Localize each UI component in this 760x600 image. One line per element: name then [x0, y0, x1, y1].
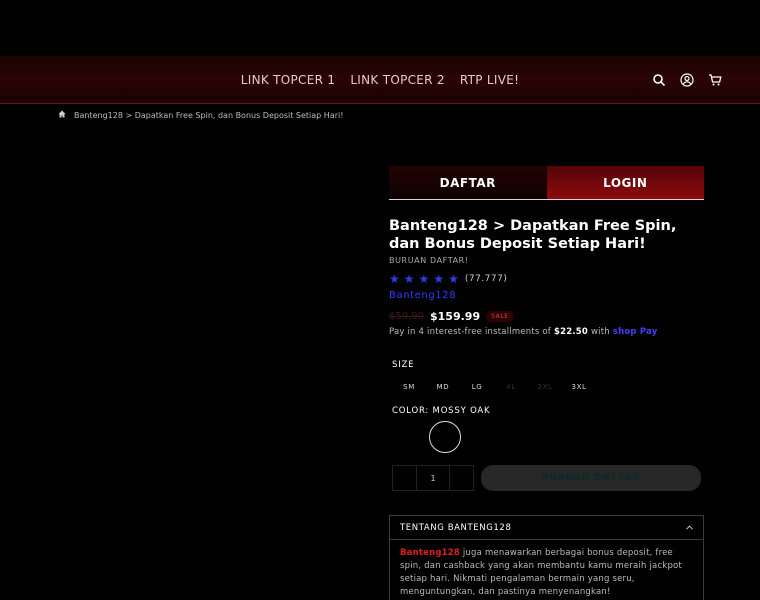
sale-badge: SALE: [486, 311, 514, 322]
nav-link-rtp-live[interactable]: RTP LIVE!: [460, 73, 519, 87]
size-option-xl[interactable]: XL: [494, 380, 528, 394]
price-row: $59.99 $159.99 SALE: [389, 310, 704, 323]
chevron-up-icon[interactable]: [686, 523, 693, 533]
accordion-brand[interactable]: Banteng128: [400, 548, 460, 558]
cart-icon[interactable]: [708, 72, 722, 86]
nav-link-topcer-2[interactable]: LINK TOPCER 2: [350, 73, 445, 87]
product-title: Banteng128 > Dapatkan Free Spin, dan Bon…: [389, 218, 677, 252]
size-option-2xl[interactable]: 2XL: [528, 380, 562, 394]
quantity-minus-button[interactable]: [393, 466, 416, 490]
star-icon: ★: [418, 272, 430, 286]
shop-pay-logo[interactable]: shop Pay: [613, 327, 658, 337]
auth-tabs: DAFTAR LOGIN: [389, 166, 704, 200]
tab-daftar[interactable]: DAFTAR: [389, 166, 547, 199]
nav-link-topcer-1[interactable]: LINK TOPCER 1: [241, 73, 336, 87]
size-option-3xl[interactable]: 3XL: [562, 380, 596, 394]
site-header: LINK TOPCER 1 LINK TOPCER 2 RTP LIVE!: [0, 56, 760, 104]
tab-login[interactable]: LOGIN: [546, 166, 704, 199]
color-label: COLOR: MOSSY OAK: [392, 406, 491, 416]
product-subtitle: BURUAN DAFTAR!: [389, 256, 469, 265]
accordion-title: TENTANG BANTENG128: [400, 522, 512, 533]
star-icon: ★: [403, 272, 415, 286]
quantity-stepper: 1: [392, 465, 474, 491]
quantity-input[interactable]: 1: [416, 466, 450, 490]
installments-info: Pay in 4 interest-free installments of $…: [389, 327, 704, 337]
installments-amount: $22.50: [553, 327, 588, 337]
installments-text: Pay in 4 interest-free installments of: [389, 327, 551, 337]
size-options: SM MD LG XL 2XL 3XL: [392, 380, 707, 394]
breadcrumb-current: Banteng128 > Dapatkan Free Spin, dan Bon…: [74, 110, 344, 120]
quantity-plus-button[interactable]: [450, 466, 473, 490]
size-option-lg[interactable]: LG: [460, 380, 494, 394]
sale-price: $159.99: [430, 310, 481, 323]
star-icon: ★: [389, 272, 400, 286]
color-swatch-mossy-oak[interactable]: [429, 421, 461, 453]
size-option-sm[interactable]: SM: [392, 380, 426, 394]
accordion-body: Banteng128 juga menawarkan berbagai bonu…: [390, 540, 703, 600]
main-nav: LINK TOPCER 1 LINK TOPCER 2 RTP LIVE!: [0, 56, 760, 104]
header-icons: [652, 72, 722, 87]
size-label: SIZE: [392, 360, 415, 370]
breadcrumb: Banteng128 > Dapatkan Free Spin, dan Bon…: [58, 110, 343, 120]
about-accordion: TENTANG BANTENG128 Banteng128 juga menaw…: [389, 515, 704, 600]
search-icon[interactable]: [652, 72, 666, 87]
accordion-header[interactable]: TENTANG BANTENG128: [390, 516, 703, 540]
star-icon: ★: [448, 272, 459, 286]
product-vendor[interactable]: Banteng128: [389, 290, 704, 301]
star-icon: ★: [433, 272, 445, 286]
buruan-daftar-button[interactable]: BURUAN DAFTAR: [481, 465, 701, 491]
home-icon[interactable]: [58, 110, 66, 120]
installments-with: with: [591, 327, 610, 337]
product-rating: ★ ★ ★ ★ ★ (77.777): [389, 272, 704, 286]
user-icon[interactable]: [680, 72, 694, 87]
rating-count: (77.777): [464, 274, 508, 284]
size-option-md[interactable]: MD: [426, 380, 460, 394]
compare-price: $59.99: [389, 311, 424, 322]
